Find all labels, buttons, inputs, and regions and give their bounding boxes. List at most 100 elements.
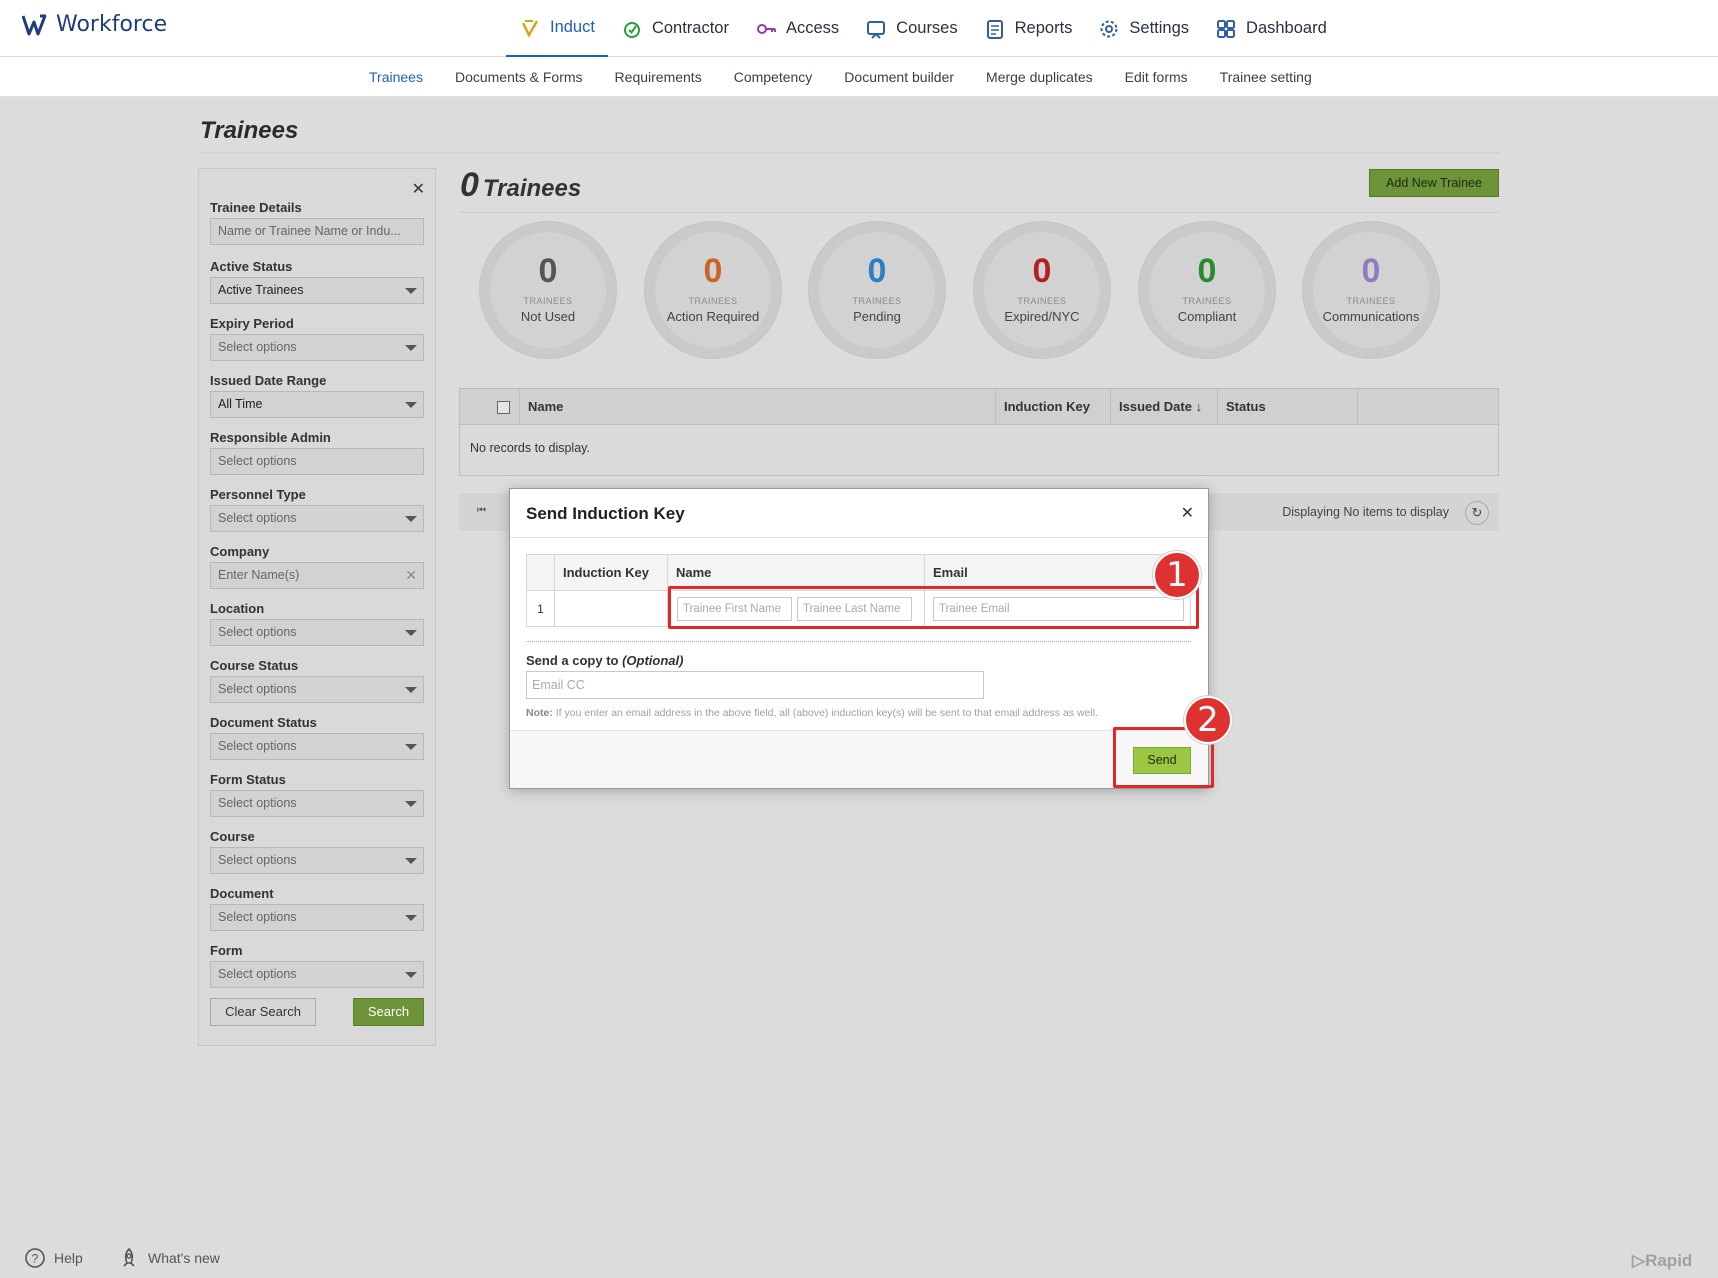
- app-logo[interactable]: Workforce: [22, 12, 167, 37]
- nav-dashboard-label: Dashboard: [1246, 19, 1327, 37]
- clear-search-button[interactable]: Clear Search: [210, 998, 316, 1026]
- trainee-count: 0: [460, 166, 479, 204]
- stat-sublabel: TRAINEES: [1017, 296, 1067, 306]
- filter-panel: ✕ Trainee Details Name or Trainee Name o…: [198, 168, 436, 1046]
- first-page-icon[interactable]: ⏮: [477, 505, 486, 516]
- nav-settings[interactable]: Settings: [1085, 0, 1202, 57]
- close-icon[interactable]: ✕: [1181, 503, 1194, 523]
- filter-label-active-status: Active Status: [210, 259, 293, 274]
- filter-label-form-status: Form Status: [210, 772, 286, 787]
- cc-note: Note: If you enter an email address in t…: [526, 707, 1098, 719]
- trainee-count-title: 0 Trainees: [460, 166, 581, 205]
- select-all-checkbox[interactable]: [497, 401, 510, 414]
- clear-icon[interactable]: ✕: [405, 563, 417, 588]
- responsible-admin-input[interactable]: Select options: [210, 448, 424, 475]
- sub-nav: Trainees Documents & Forms Requirements …: [0, 57, 1718, 97]
- email-cc-input[interactable]: Email CC: [526, 671, 984, 699]
- add-new-trainee-button[interactable]: Add New Trainee: [1369, 169, 1499, 197]
- key-icon: [756, 23, 776, 34]
- stat-value: 0: [703, 252, 723, 290]
- modal-title: Send Induction Key: [526, 504, 685, 523]
- nav-courses[interactable]: Courses: [852, 0, 970, 57]
- nav-contractor[interactable]: Contractor: [608, 0, 742, 57]
- reports-icon: [986, 19, 1003, 39]
- help-link[interactable]: ? Help: [24, 1247, 83, 1269]
- stat-label: Not Used: [520, 309, 576, 324]
- refresh-icon[interactable]: ↻: [1465, 501, 1489, 525]
- note-label: Note:: [526, 707, 553, 719]
- induction-key-cell: [555, 591, 668, 627]
- subnav-requirements[interactable]: Requirements: [599, 57, 718, 97]
- empty-message: No records to display.: [470, 441, 590, 455]
- app-name: Workforce: [56, 12, 168, 37]
- stat-value: 0: [867, 252, 887, 290]
- pager-text: Displaying No items to display: [1282, 505, 1449, 519]
- document-status-value: Select options: [218, 739, 297, 753]
- brand-label: Rapid: [1645, 1251, 1693, 1270]
- location-select[interactable]: Select options: [210, 619, 424, 646]
- trainee-details-input[interactable]: Name or Trainee Name or Indu...: [210, 218, 424, 245]
- stat-expired-nyc[interactable]: 0 TRAINEES Expired/NYC: [974, 222, 1110, 358]
- stat-value: 0: [1361, 252, 1381, 290]
- personnel-type-select[interactable]: Select options: [210, 505, 424, 532]
- nav-reports[interactable]: Reports: [971, 0, 1086, 57]
- company-value: Enter Name(s): [218, 568, 300, 582]
- col-status[interactable]: Status: [1217, 389, 1357, 425]
- stat-compliant[interactable]: 0 TRAINEES Compliant: [1139, 222, 1275, 358]
- send-induction-key-modal: Send Induction Key ✕ Induction Key Name …: [509, 488, 1209, 789]
- col-induction-key[interactable]: Induction Key: [995, 389, 1110, 425]
- col-name[interactable]: Name: [519, 389, 996, 425]
- col-extra: [1357, 389, 1498, 425]
- filter-label-course: Course: [210, 829, 255, 844]
- course-status-select[interactable]: Select options: [210, 676, 424, 703]
- whats-new-link[interactable]: What's new: [118, 1247, 220, 1269]
- issued-date-range-select[interactable]: All Time: [210, 391, 424, 418]
- cc-label-text: Send a copy to: [526, 653, 623, 668]
- nav-reports-label: Reports: [1014, 19, 1073, 37]
- stat-action-required[interactable]: 0 TRAINEES Action Required: [645, 222, 781, 358]
- nav-access[interactable]: Access: [742, 0, 852, 57]
- form-status-select[interactable]: Select options: [210, 790, 424, 817]
- form-select[interactable]: Select options: [210, 961, 424, 988]
- stat-sublabel: TRAINEES: [1182, 296, 1232, 306]
- stat-pending[interactable]: 0 TRAINEES Pending: [809, 222, 945, 358]
- nav-dashboard[interactable]: Dashboard: [1202, 0, 1340, 57]
- close-icon[interactable]: ✕: [412, 179, 425, 199]
- subnav-edit-forms[interactable]: Edit forms: [1109, 57, 1204, 97]
- nav-induct[interactable]: Induct: [506, 0, 608, 57]
- svg-text:?: ?: [32, 1252, 39, 1266]
- filter-label-trainee-details: Trainee Details: [210, 200, 302, 215]
- col-induction-key: Induction Key: [555, 555, 668, 591]
- document-status-select[interactable]: Select options: [210, 733, 424, 760]
- subnav-trainee-setting[interactable]: Trainee setting: [1204, 57, 1328, 97]
- subnav-document-builder[interactable]: Document builder: [828, 57, 970, 97]
- subnav-competency[interactable]: Competency: [718, 57, 829, 97]
- company-input[interactable]: Enter Name(s) ✕: [210, 562, 424, 589]
- stat-communications[interactable]: 0 TRAINEES Communications: [1303, 222, 1439, 358]
- subnav-documents-forms[interactable]: Documents & Forms: [439, 57, 599, 97]
- chevron-down-icon: [405, 288, 417, 294]
- cc-optional-text: (Optional): [622, 653, 684, 668]
- subnav-merge-duplicates[interactable]: Merge duplicates: [970, 57, 1109, 97]
- form-status-value: Select options: [218, 796, 297, 810]
- subnav-trainees[interactable]: Trainees: [353, 57, 439, 97]
- trainees-grid: Name Induction Key Issued Date ↓ Status …: [459, 388, 1499, 476]
- expiry-period-select[interactable]: Select options: [210, 334, 424, 361]
- document-select[interactable]: Select options: [210, 904, 424, 931]
- chevron-down-icon: [405, 687, 417, 693]
- search-button[interactable]: Search: [353, 998, 424, 1026]
- col-issued-date[interactable]: Issued Date ↓: [1110, 389, 1217, 425]
- filter-label-expiry-period: Expiry Period: [210, 316, 294, 331]
- stat-not-used[interactable]: 0 TRAINEES Not Used: [480, 222, 616, 358]
- stat-value: 0: [1032, 252, 1052, 290]
- active-status-select[interactable]: Active Trainees: [210, 277, 424, 304]
- divider: [526, 641, 1191, 642]
- course-select[interactable]: Select options: [210, 847, 424, 874]
- stat-sublabel: TRAINEES: [688, 296, 738, 306]
- filter-label-issued-date-range: Issued Date Range: [210, 373, 327, 388]
- play-icon: ▷: [1632, 1251, 1646, 1270]
- workforce-logo-icon: [22, 14, 47, 35]
- chevron-down-icon: [405, 858, 417, 864]
- chevron-down-icon: [405, 402, 417, 408]
- chevron-down-icon: [405, 744, 417, 750]
